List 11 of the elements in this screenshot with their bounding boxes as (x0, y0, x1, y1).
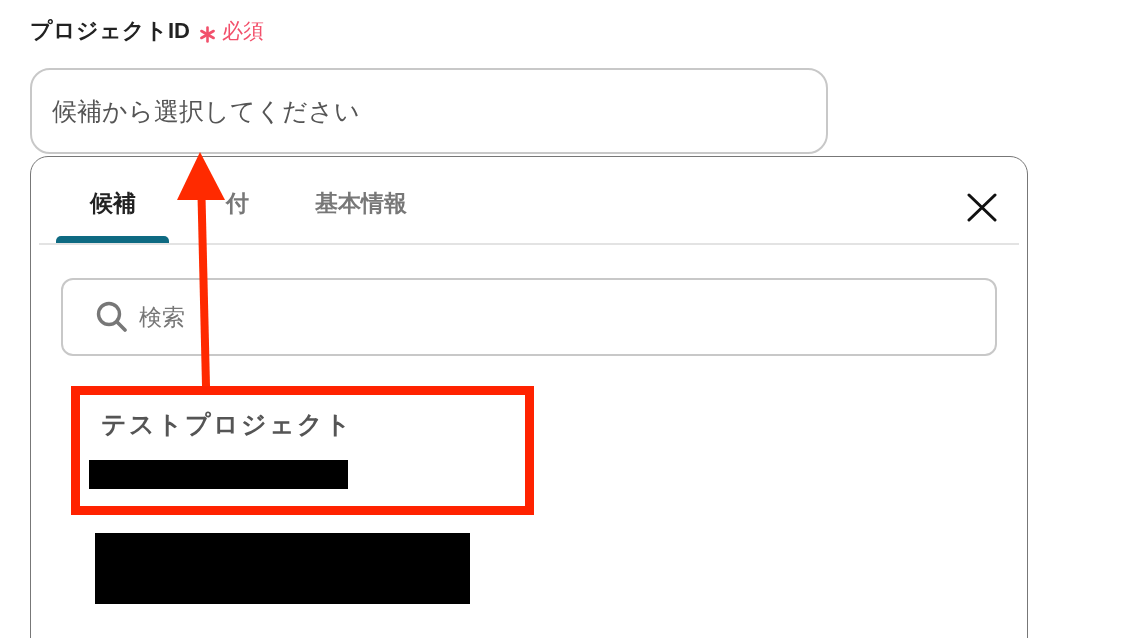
tab[interactable]: 基本情報 (282, 187, 440, 243)
search-icon (96, 301, 127, 332)
tab[interactable]: 付 (169, 187, 282, 243)
select-field[interactable]: 候補から選択してください (30, 68, 828, 154)
required-asterisk-icon (199, 25, 216, 43)
required-label: 必須 (222, 18, 264, 44)
option-title[interactable]: テストプロジェクト (101, 407, 353, 441)
field-label: プロジェクトID (30, 17, 190, 45)
close-icon (967, 192, 997, 222)
tab[interactable]: 候補 (56, 187, 169, 243)
search-field[interactable]: 検索 (61, 278, 997, 356)
